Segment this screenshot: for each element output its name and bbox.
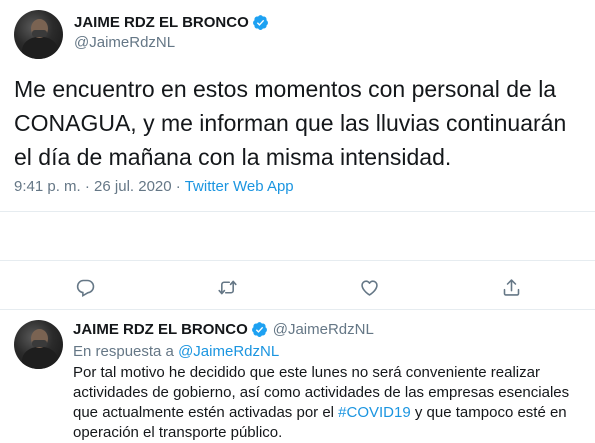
reply-context: En respuesta a @JaimeRdzNL xyxy=(73,343,279,360)
tweet-source-link[interactable]: Twitter Web App xyxy=(185,178,294,195)
divider xyxy=(0,211,595,212)
share-icon xyxy=(503,278,519,296)
tweet-time[interactable]: 9:41 p. m. xyxy=(14,178,81,195)
avatar-body xyxy=(22,37,58,59)
reply-text: Por tal motivo he decidido que este lune… xyxy=(73,363,578,443)
like-button[interactable] xyxy=(356,274,382,300)
retweet-button[interactable] xyxy=(214,274,240,300)
reply-icon xyxy=(76,279,94,297)
avatar[interactable] xyxy=(14,10,63,59)
reply-mention-link[interactable]: @JaimeRdzNL xyxy=(178,343,279,360)
divider xyxy=(0,309,595,310)
meta-separator: · xyxy=(80,178,95,195)
reply-avatar[interactable] xyxy=(14,320,63,369)
reply-author-display-name[interactable]: JAIME RDZ EL BRONCO xyxy=(73,321,248,338)
hashtag-link[interactable]: #COVID19 xyxy=(338,404,411,421)
reply-author-handle[interactable]: @JaimeRdzNL xyxy=(273,321,374,338)
reply-prefix: En respuesta a xyxy=(73,343,179,360)
tweet-date[interactable]: 26 jul. 2020 xyxy=(94,178,172,195)
share-button[interactable] xyxy=(498,274,524,300)
author-handle[interactable]: @JaimeRdzNL xyxy=(74,34,175,51)
reply-author-row: JAIME RDZ EL BRONCO @JaimeRdzNL xyxy=(73,321,374,338)
reply-button[interactable] xyxy=(72,274,98,300)
tweet-text: Me encuentro en estos momentos con perso… xyxy=(14,76,567,170)
verified-badge-icon xyxy=(251,321,268,338)
avatar-mask xyxy=(32,340,47,347)
author-name-row[interactable]: JAIME RDZ EL BRONCO xyxy=(74,14,269,31)
like-icon xyxy=(360,279,378,296)
meta-separator: · xyxy=(171,178,185,195)
author-display-name[interactable]: JAIME RDZ EL BRONCO xyxy=(74,14,249,31)
author-handle-row: @JaimeRdzNL xyxy=(74,34,175,51)
divider xyxy=(0,260,595,261)
avatar-body xyxy=(22,347,58,369)
retweet-icon xyxy=(217,280,237,294)
main-tweet: JAIME RDZ EL BRONCO @JaimeRdzNL Me encue… xyxy=(0,0,595,310)
tweet-meta: 9:41 p. m. · 26 jul. 2020 · Twitter Web … xyxy=(14,178,294,195)
avatar-mask xyxy=(32,30,47,37)
verified-badge-icon xyxy=(252,14,269,31)
tweet-actions xyxy=(0,274,595,300)
